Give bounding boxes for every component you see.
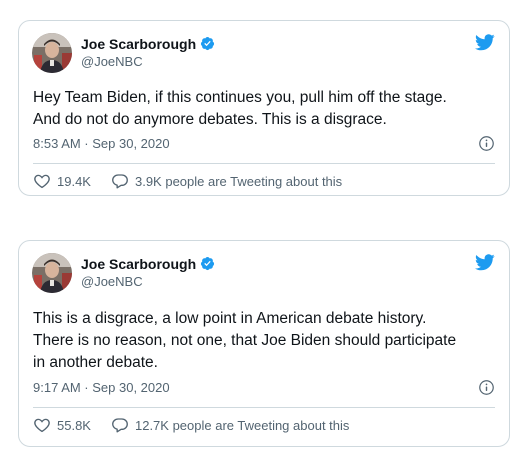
heart-icon: [34, 418, 50, 433]
speech-bubble-icon: [112, 174, 128, 189]
tweet-text: Hey Team Biden, if this continues you, p…: [33, 89, 447, 128]
like-count: 55.8K: [57, 417, 91, 433]
conversation-link[interactable]: 12.7K people are Tweeting about this: [111, 416, 349, 434]
tweet-card[interactable]: Joe Scarborough @JoeNBC This is a disgra…: [18, 240, 510, 447]
twitter-bird-icon[interactable]: [475, 254, 495, 271]
author-block[interactable]: Joe Scarborough @JoeNBC: [81, 254, 215, 289]
tweet-meta: 9:17 AM · Sep 30, 2020: [33, 377, 495, 397]
twitter-bird-icon[interactable]: [475, 34, 495, 51]
tweet-actions: 55.8K 12.7K people are Tweeting about th…: [33, 414, 349, 436]
like-button[interactable]: 55.8K: [33, 416, 91, 434]
divider: [33, 407, 495, 408]
tweet-card[interactable]: Joe Scarborough @JoeNBC Hey Team Biden, …: [18, 20, 510, 196]
heart-icon: [34, 174, 50, 189]
timestamp[interactable]: 8:53 AM · Sep 30, 2020: [33, 136, 170, 151]
speech-bubble-icon: [112, 418, 128, 433]
author-block[interactable]: Joe Scarborough @JoeNBC: [81, 34, 215, 69]
handle[interactable]: @JoeNBC: [81, 274, 215, 289]
info-icon[interactable]: [478, 379, 495, 396]
verified-badge-icon: [200, 256, 215, 271]
display-name[interactable]: Joe Scarborough: [81, 256, 196, 272]
verified-badge-icon: [200, 36, 215, 51]
avatar[interactable]: [32, 253, 72, 293]
conversation-link[interactable]: 3.9K people are Tweeting about this: [111, 172, 342, 190]
conversation-text: 12.7K people are Tweeting about this: [134, 417, 350, 433]
divider: [33, 163, 495, 164]
tweet-actions: 19.4K 3.9K people are Tweeting about thi…: [33, 170, 342, 192]
tweet-text: This is a disgrace, a low point in Ameri…: [33, 310, 457, 371]
timestamp[interactable]: 9:17 AM · Sep 30, 2020: [33, 380, 170, 395]
handle[interactable]: @JoeNBC: [81, 54, 215, 69]
display-name[interactable]: Joe Scarborough: [81, 36, 196, 52]
like-count: 19.4K: [57, 173, 91, 189]
like-button[interactable]: 19.4K: [33, 172, 91, 190]
conversation-text: 3.9K people are Tweeting about this: [134, 173, 343, 189]
info-icon[interactable]: [478, 135, 495, 152]
avatar[interactable]: [32, 33, 72, 73]
tweet-meta: 8:53 AM · Sep 30, 2020: [33, 133, 495, 153]
